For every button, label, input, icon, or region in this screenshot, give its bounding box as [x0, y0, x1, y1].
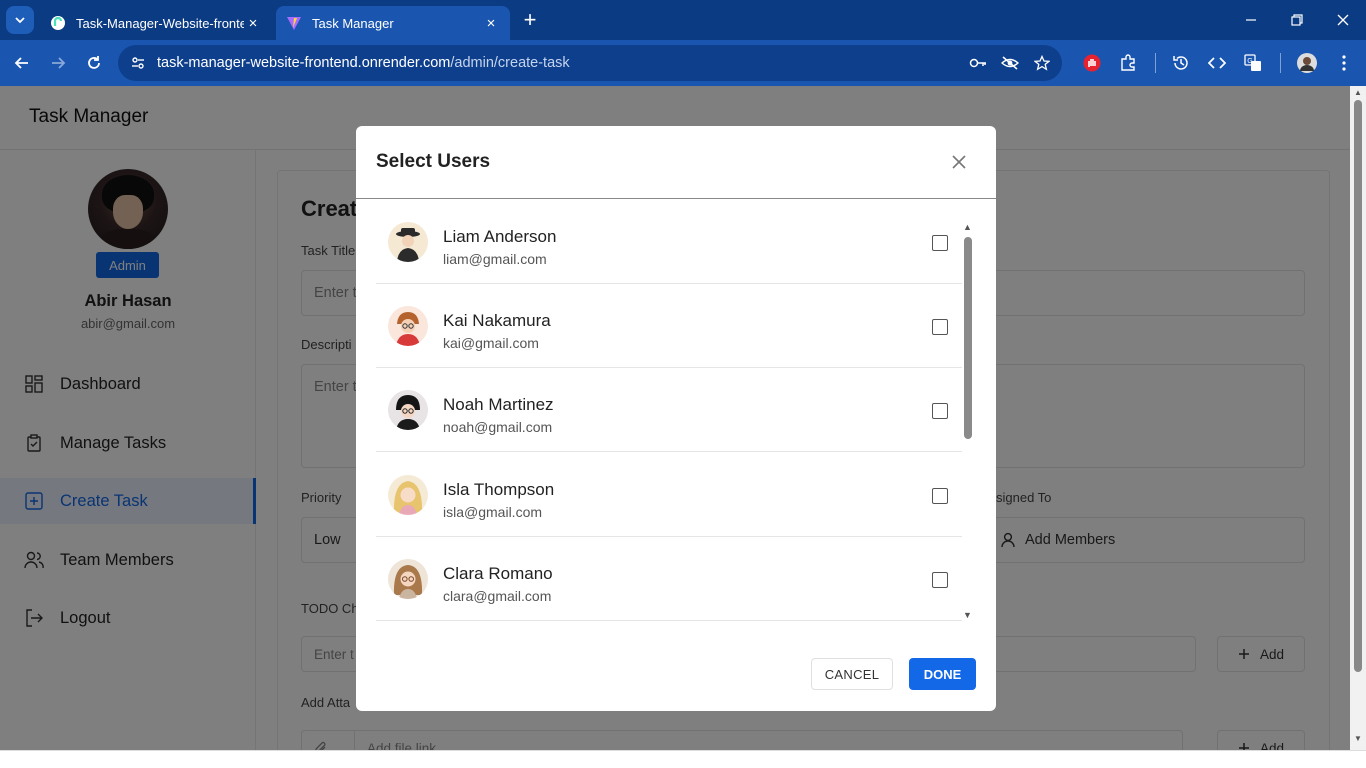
browser-tab-strip: Task-Manager-Website-fronten × Task Mana… — [0, 0, 1366, 40]
user-avatar — [388, 222, 428, 262]
svg-text:G: G — [1247, 58, 1252, 65]
user-row[interactable]: Noah Martinez noah@gmail.com — [376, 368, 962, 452]
scroll-down-arrow-icon[interactable]: ▼ — [1354, 734, 1362, 743]
tab-title: Task-Manager-Website-fronten — [76, 15, 244, 31]
user-name: Isla Thompson — [443, 480, 555, 499]
extension-hand-icon[interactable] — [1081, 52, 1103, 74]
user-avatar — [388, 559, 428, 599]
user-avatar — [388, 306, 428, 346]
user-row[interactable]: Isla Thompson isla@gmail.com — [376, 453, 962, 537]
user-row[interactable]: Clara Romano clara@gmail.com — [376, 537, 962, 621]
history-icon[interactable] — [1170, 52, 1192, 74]
user-email: noah@gmail.com — [443, 419, 553, 435]
vite-favicon-icon — [287, 17, 301, 30]
browser-toolbar: task-manager-website-frontend.onrender.c… — [0, 40, 1366, 86]
tab-search-dropdown[interactable] — [6, 6, 34, 34]
cancel-button[interactable]: CANCEL — [811, 658, 893, 690]
close-tab-icon[interactable]: × — [244, 15, 262, 32]
new-tab-icon[interactable]: + — [518, 7, 542, 32]
page-scrollbar[interactable]: ▲ ▼ — [1350, 86, 1366, 750]
browser-tab-render[interactable]: Task-Manager-Website-fronten × — [40, 6, 272, 40]
back-icon[interactable] — [9, 50, 35, 76]
scrollbar-thumb[interactable] — [1354, 100, 1362, 672]
close-icon[interactable] — [947, 150, 971, 174]
user-checkbox[interactable] — [932, 572, 948, 588]
toolbar-separator — [1155, 53, 1156, 73]
extensions-puzzle-icon[interactable] — [1117, 52, 1139, 74]
close-window-icon[interactable] — [1328, 6, 1358, 34]
user-email: clara@gmail.com — [443, 588, 552, 604]
site-info-icon[interactable] — [126, 51, 150, 75]
user-name: Liam Anderson — [443, 227, 557, 246]
horizontal-scrollbar — [0, 750, 1366, 768]
scroll-down-arrow-icon[interactable]: ▼ — [963, 610, 972, 620]
address-bar[interactable]: task-manager-website-frontend.onrender.c… — [118, 45, 1062, 81]
user-row[interactable]: Liam Anderson liam@gmail.com — [376, 200, 962, 284]
user-list-scrollbar[interactable]: ▲ ▼ — [963, 222, 973, 622]
translate-icon[interactable]: G — [1242, 52, 1264, 74]
user-row[interactable]: Kai Nakamura kai@gmail.com — [376, 284, 962, 368]
user-avatar — [388, 475, 428, 515]
done-button[interactable]: DONE — [909, 658, 976, 690]
eye-off-icon[interactable] — [1000, 53, 1020, 73]
chevron-down-icon — [15, 17, 25, 24]
scrollbar-thumb[interactable] — [964, 237, 972, 439]
user-email: liam@gmail.com — [443, 251, 547, 267]
url-path: /admin/create-task — [450, 55, 570, 71]
code-icon[interactable] — [1206, 52, 1228, 74]
user-checkbox[interactable] — [932, 488, 948, 504]
user-list: Liam Anderson liam@gmail.com Kai Nakamur… — [376, 200, 962, 626]
user-checkbox[interactable] — [932, 319, 948, 335]
user-name: Noah Martinez — [443, 395, 554, 414]
url-host: task-manager-website-frontend.onrender.c… — [157, 55, 451, 71]
browser-menu-icon[interactable] — [1333, 52, 1355, 74]
reload-icon[interactable] — [81, 50, 107, 76]
user-name: Kai Nakamura — [443, 311, 551, 330]
profile-avatar-icon[interactable] — [1296, 52, 1318, 74]
dialog-divider — [356, 198, 996, 199]
bookmark-star-icon[interactable] — [1032, 53, 1052, 73]
forward-icon[interactable] — [45, 50, 71, 76]
dialog-title: Select Users — [376, 151, 491, 172]
browser-tab-task-manager[interactable]: Task Manager × — [276, 6, 510, 40]
user-checkbox[interactable] — [932, 403, 948, 419]
close-tab-icon[interactable]: × — [482, 15, 500, 32]
user-name: Clara Romano — [443, 564, 553, 583]
minimize-icon[interactable] — [1236, 6, 1266, 34]
user-email: isla@gmail.com — [443, 504, 543, 520]
user-avatar — [388, 390, 428, 430]
password-key-icon[interactable] — [968, 53, 988, 73]
scroll-up-arrow-icon[interactable]: ▲ — [1354, 88, 1362, 97]
url-text[interactable]: task-manager-website-frontend.onrender.c… — [157, 55, 570, 71]
user-checkbox[interactable] — [932, 235, 948, 251]
tab-title: Task Manager — [312, 15, 394, 31]
scroll-up-arrow-icon[interactable]: ▲ — [963, 222, 972, 232]
toolbar-separator — [1280, 53, 1281, 73]
render-favicon-icon — [51, 16, 65, 30]
user-email: kai@gmail.com — [443, 335, 539, 351]
restore-icon[interactable] — [1282, 6, 1312, 34]
select-users-dialog: Select Users Liam Anderson liam@gmail.co… — [356, 126, 996, 711]
